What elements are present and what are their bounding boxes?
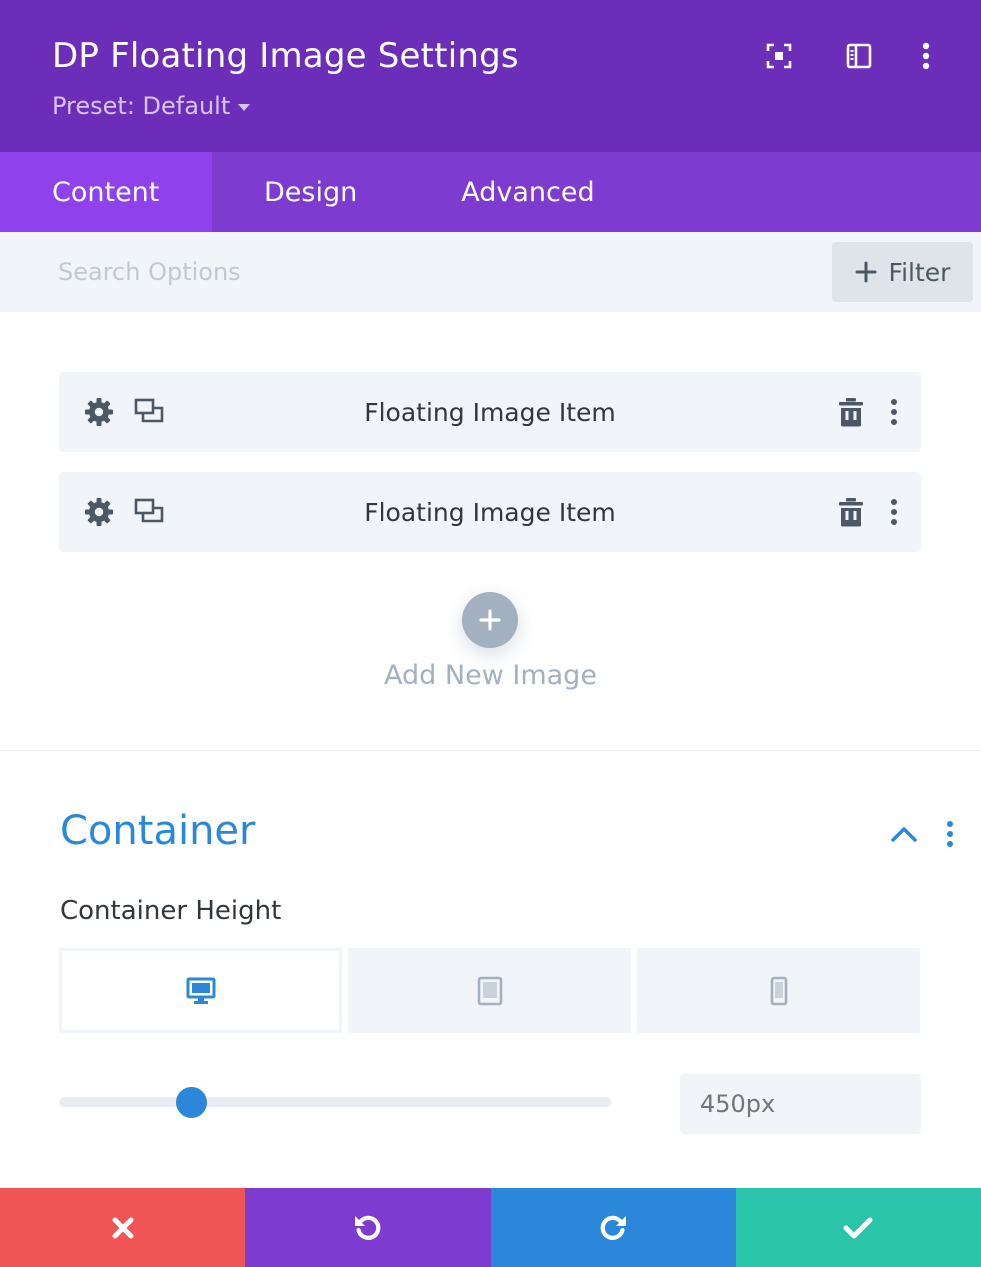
phone-icon <box>770 976 787 1005</box>
device-tab-desktop[interactable] <box>59 948 342 1033</box>
chevron-up-icon[interactable] <box>890 818 918 850</box>
undo-button[interactable] <box>245 1188 491 1267</box>
undo-icon <box>354 1215 381 1240</box>
list-item[interactable]: Floating Image Item <box>59 372 921 452</box>
settings-tabs: Content Design Advanced <box>0 152 981 232</box>
save-button[interactable] <box>735 1188 981 1267</box>
device-tab-tablet[interactable] <box>348 948 631 1033</box>
duplicate-icon[interactable] <box>133 396 165 428</box>
trash-icon[interactable] <box>835 496 867 528</box>
close-icon <box>112 1217 134 1238</box>
gear-icon[interactable] <box>83 496 115 528</box>
more-options-icon[interactable] <box>910 40 942 72</box>
tab-design[interactable]: Design <box>212 152 409 232</box>
item-label: Floating Image Item <box>364 497 616 527</box>
redo-icon <box>600 1215 627 1240</box>
modal-footer <box>0 1188 981 1267</box>
tablet-icon <box>477 976 502 1005</box>
container-height-input[interactable] <box>680 1074 921 1134</box>
item-label: Floating Image Item <box>364 397 616 427</box>
check-icon <box>843 1217 873 1238</box>
redo-button[interactable] <box>490 1188 736 1267</box>
device-tab-phone[interactable] <box>637 948 920 1033</box>
list-item[interactable]: Floating Image Item <box>59 472 921 552</box>
preset-dropdown[interactable]: Preset: Default <box>52 92 251 120</box>
more-options-icon[interactable] <box>878 396 910 428</box>
caret-down-icon <box>238 103 251 111</box>
tab-advanced[interactable]: Advanced <box>409 152 646 232</box>
filter-label: Filter <box>888 257 951 287</box>
tab-content[interactable]: Content <box>0 152 212 232</box>
section-divider <box>0 750 981 751</box>
container-height-label: Container Height <box>60 896 282 926</box>
more-options-icon[interactable] <box>936 818 964 850</box>
slider-handle[interactable] <box>175 1087 207 1118</box>
section-title[interactable]: Container <box>60 808 255 854</box>
cancel-button[interactable] <box>0 1188 246 1267</box>
gear-icon[interactable] <box>83 396 115 428</box>
container-height-slider[interactable] <box>59 1097 611 1107</box>
more-options-icon[interactable] <box>878 496 910 528</box>
plus-icon <box>855 261 877 283</box>
focus-mode-icon[interactable] <box>763 40 795 72</box>
plus-icon <box>479 609 501 631</box>
search-input[interactable] <box>58 252 758 292</box>
preset-label: Preset: Default <box>52 92 231 120</box>
filter-button[interactable]: Filter <box>832 242 973 302</box>
desktop-icon <box>186 977 215 1004</box>
add-new-image-label[interactable]: Add New Image <box>0 660 981 691</box>
modal-header: DP Floating Image Settings Preset: Defau… <box>0 0 981 152</box>
add-new-image-button[interactable] <box>462 592 518 648</box>
split-view-icon[interactable] <box>843 40 875 72</box>
duplicate-icon[interactable] <box>133 496 165 528</box>
modal-title: DP Floating Image Settings <box>52 36 519 76</box>
trash-icon[interactable] <box>835 396 867 428</box>
